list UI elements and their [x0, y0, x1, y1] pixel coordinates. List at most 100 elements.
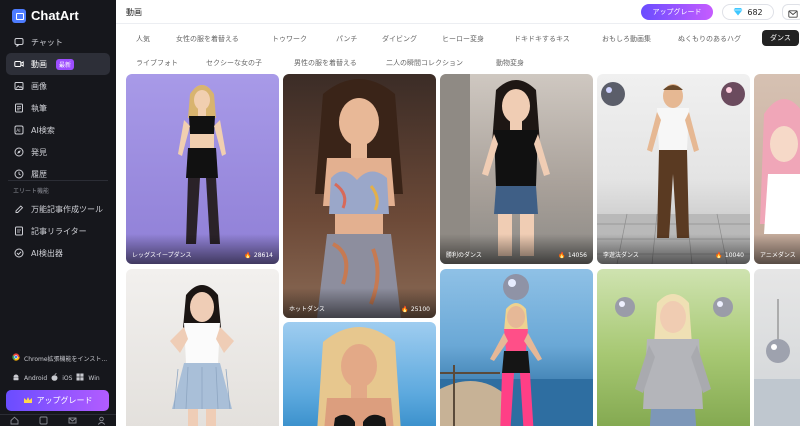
ai-search-icon: AI	[13, 125, 24, 136]
tab-change-male-outfit[interactable]: 男性の服を着替える	[294, 58, 357, 68]
card-shade	[597, 234, 750, 264]
inbox-button[interactable]	[782, 4, 800, 20]
fire-icon: 🔥	[558, 252, 566, 259]
sidebar-divider	[8, 180, 108, 181]
sidebar-item-label: AI検出器	[31, 248, 63, 258]
category-tabs: 人気 女性の服を着替える トゥワーク パンチ ダイビング ヒーロー変身 ドキドキ…	[126, 26, 800, 70]
platform-ios[interactable]: iOS	[62, 375, 72, 382]
tab-animal-transform[interactable]: 動物変身	[496, 58, 524, 68]
history-icon	[13, 169, 24, 180]
sidebar-item-write[interactable]: 執筆	[6, 97, 110, 119]
chat-icon	[13, 37, 24, 48]
tab-diving[interactable]: ダイビング	[382, 34, 417, 44]
chrome-extension-link[interactable]: Chrome拡張機能をインスト...	[12, 353, 107, 363]
android-icon	[12, 373, 20, 383]
sidebar-item-article-tool[interactable]: 万能記事作成ツール	[6, 198, 110, 220]
card-title: 勝利のダンス	[446, 252, 482, 259]
tab-dance[interactable]: ダンス	[762, 30, 799, 46]
svg-text:AI: AI	[16, 128, 20, 134]
video-grid: レッグスイープダンス 🔥 28614 ホットダンス 🔥 25100 勝利のダンス…	[116, 74, 800, 426]
card-count-value: 28614	[253, 252, 273, 259]
platform-links: Android iOS Win	[12, 373, 100, 383]
fire-icon: 🔥	[715, 252, 723, 259]
video-card[interactable]: アニメダンス	[754, 74, 800, 264]
sidebar-item-label: 画像	[31, 81, 47, 91]
tab-popular[interactable]: 人気	[136, 34, 150, 44]
home-icon[interactable]	[10, 416, 19, 425]
video-card[interactable]: 李遊法ダンス 🔥 10040	[597, 74, 750, 264]
tab-change-female-outfit[interactable]: 女性の服を着替える	[176, 34, 239, 44]
card-likes: 🔥 25100	[401, 306, 430, 313]
new-badge: 最新	[56, 58, 75, 70]
tab-live-photo[interactable]: ライブフォト	[136, 58, 178, 68]
sidebar-item-chat[interactable]: チャット	[6, 31, 110, 53]
sidebar-item-label: 執筆	[31, 103, 47, 113]
top-bar: 動画 アップグレード 682	[116, 0, 800, 24]
mail-icon[interactable]	[68, 416, 77, 425]
apps-icon[interactable]	[39, 416, 48, 425]
card-likes: 🔥 14056	[558, 252, 587, 259]
video-card[interactable]	[283, 322, 436, 426]
app-logo[interactable]: ChatArt	[12, 8, 79, 23]
sidebar-item-label: 動画	[31, 59, 47, 69]
article-tool-icon	[13, 204, 24, 215]
page-title: 動画	[126, 8, 142, 17]
sidebar-item-label: 履歴	[31, 169, 47, 179]
envelope-icon	[788, 3, 798, 22]
chrome-icon	[12, 353, 20, 363]
card-shade	[754, 234, 800, 264]
card-title: アニメダンス	[760, 252, 796, 259]
tab-exciting-kiss[interactable]: ドキドキするキス	[514, 34, 570, 44]
sidebar-upgrade-button[interactable]: アップグレード	[6, 390, 109, 411]
tab-punch[interactable]: パンチ	[336, 34, 357, 44]
user-icon[interactable]	[97, 416, 106, 425]
tab-hero-transform[interactable]: ヒーロー変身	[442, 34, 484, 44]
card-count-value: 10040	[724, 252, 744, 259]
elite-features: 万能記事作成ツール 記事リライター AI検出器	[6, 198, 110, 264]
video-card[interactable]	[754, 269, 800, 426]
tab-sexy-girl[interactable]: セクシーな女の子	[206, 58, 262, 68]
platform-windows[interactable]: Win	[88, 375, 99, 382]
video-card[interactable]: 勝利のダンス 🔥 14056	[440, 74, 593, 264]
sidebar-item-label: 万能記事作成ツール	[31, 204, 103, 214]
app-name: ChatArt	[31, 8, 79, 23]
sidebar-item-ai-detector[interactable]: AI検出器	[6, 242, 110, 264]
video-card[interactable]	[126, 269, 279, 426]
app-root: ChatArt チャット 動画 最新 画像 執筆 AI AI検索 発見 履歴 エ…	[0, 0, 800, 426]
sidebar-item-label: 記事リライター	[31, 226, 87, 236]
video-card[interactable]: ホットダンス 🔥 25100	[283, 74, 436, 318]
video-card[interactable]: レッグスイープダンス 🔥 28614	[126, 74, 279, 264]
fire-icon: 🔥	[244, 252, 252, 259]
sidebar-item-rewriter[interactable]: 記事リライター	[6, 220, 110, 242]
card-thumbnail	[170, 285, 234, 426]
credits-count: 682	[747, 7, 763, 17]
card-title: 李遊法ダンス	[603, 252, 639, 259]
credits-balance[interactable]: 682	[722, 4, 774, 20]
tab-two-moments[interactable]: 二人の瞬間コレクション	[386, 58, 463, 68]
rewriter-icon	[13, 226, 24, 237]
write-icon	[13, 103, 24, 114]
header-upgrade-button[interactable]: アップグレード	[641, 4, 713, 20]
card-thumbnail	[440, 274, 593, 426]
sidebar-item-history[interactable]: 履歴	[6, 163, 110, 185]
tab-warm-hug[interactable]: ぬくもりのあるハグ	[678, 34, 741, 44]
sidebar-item-ai-search[interactable]: AI AI検索	[6, 119, 110, 141]
card-shade	[126, 234, 279, 264]
tab-funny-videos[interactable]: おもしろ動画集	[602, 34, 651, 44]
sidebar: ChatArt チャット 動画 最新 画像 執筆 AI AI検索 発見 履歴 エ…	[0, 0, 116, 426]
sidebar-item-video[interactable]: 動画 最新	[6, 53, 110, 75]
windows-icon	[76, 373, 84, 383]
tab-twerk[interactable]: トゥワーク	[272, 34, 307, 44]
video-card[interactable]	[440, 269, 593, 426]
sidebar-nav: チャット 動画 最新 画像 執筆 AI AI検索 発見 履歴	[6, 31, 110, 185]
card-title: ホットダンス	[289, 306, 325, 313]
video-card[interactable]	[597, 269, 750, 426]
elite-section-title: エリート機能	[13, 188, 50, 195]
crown-icon	[23, 396, 33, 406]
sidebar-item-image[interactable]: 画像	[6, 75, 110, 97]
card-shade	[283, 288, 436, 318]
platform-android[interactable]: Android	[24, 375, 47, 382]
video-icon	[13, 59, 24, 70]
sidebar-item-discover[interactable]: 発見	[6, 141, 110, 163]
card-thumbnail	[615, 294, 733, 426]
